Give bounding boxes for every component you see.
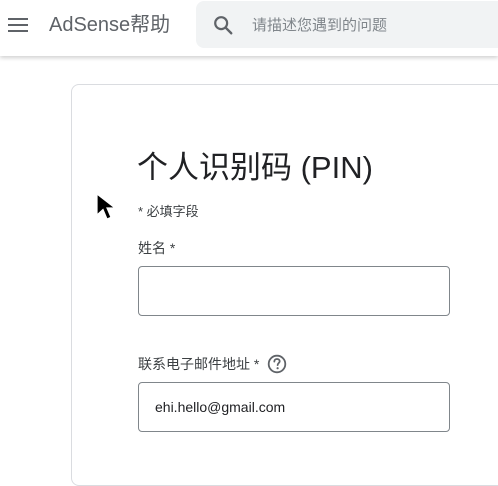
search-icon[interactable] bbox=[212, 14, 234, 36]
app-title[interactable]: AdSense帮助 bbox=[49, 13, 170, 37]
top-app-bar: AdSense帮助 bbox=[0, 0, 498, 56]
form-title: 个人识别码 (PIN) bbox=[137, 150, 373, 185]
name-field-label: 姓名 * bbox=[138, 240, 176, 256]
email-field[interactable] bbox=[138, 382, 450, 432]
search-box[interactable] bbox=[196, 1, 498, 48]
email-field-label: 联系电子邮件地址 * bbox=[138, 356, 260, 372]
main-menu-button[interactable] bbox=[2, 6, 34, 44]
name-field[interactable] bbox=[138, 266, 450, 316]
search-input[interactable] bbox=[252, 13, 492, 37]
required-fields-note: * 必填字段 bbox=[138, 204, 199, 219]
hamburger-menu-icon bbox=[8, 18, 28, 32]
email-field-label-row: 联系电子邮件地址 * bbox=[138, 354, 287, 374]
help-circle-icon[interactable] bbox=[267, 354, 287, 374]
mouse-pointer-icon bbox=[96, 193, 117, 220]
